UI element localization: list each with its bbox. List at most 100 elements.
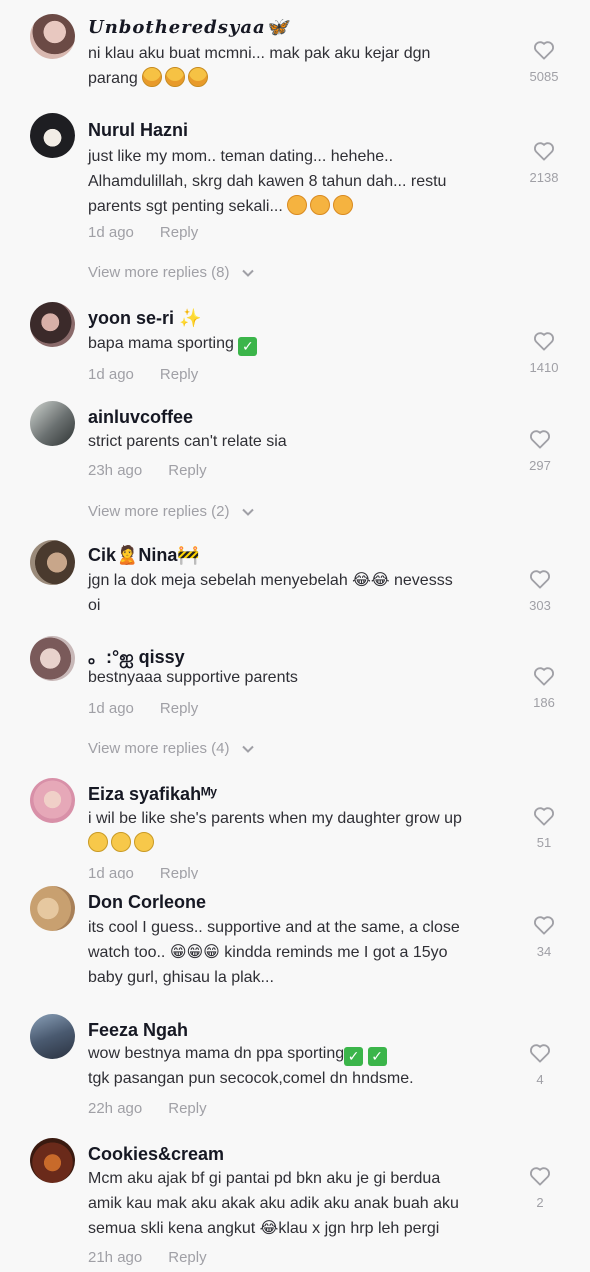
crying-emoji-icon — [142, 67, 163, 87]
heart-outline-icon — [530, 570, 550, 589]
chevron-down-icon — [241, 745, 254, 753]
comment-text: wow bestnya mama dn ppa sporting ✓ ✓ tgk … — [88, 1045, 414, 1087]
avatar[interactable] — [30, 1014, 75, 1059]
username[interactable]: Eiza syafikahᴹʸ — [88, 784, 217, 805]
comment-text: its cool I guess.. supportive and at the… — [88, 919, 460, 986]
comment-text: i wil be like she's parents when my daug… — [88, 806, 518, 856]
like-button[interactable]: 303 — [515, 569, 565, 613]
timestamp: 1d ago — [88, 366, 134, 383]
heart-outline-icon — [530, 430, 550, 449]
comment-meta: 1d ago Reply — [88, 366, 198, 383]
heart-outline-icon — [534, 667, 554, 686]
username[interactable]: ainluvcoffee — [88, 407, 193, 428]
heart-outline-icon — [530, 1044, 550, 1063]
like-button[interactable]: 34 — [519, 915, 569, 959]
view-more-replies-button[interactable]: View more replies (8) — [88, 264, 254, 281]
reply-button[interactable]: Reply — [168, 1249, 206, 1266]
timestamp: 22h ago — [88, 1100, 143, 1117]
reply-button[interactable]: Reply — [160, 366, 198, 383]
reply-button[interactable]: Reply — [160, 224, 198, 241]
comment-meta: 21h ago Reply — [88, 1249, 207, 1266]
comment-meta: 1d ago Reply — [88, 224, 198, 241]
laughing-emoji-icon — [88, 832, 108, 852]
username[interactable]: Don Corleone — [88, 892, 206, 913]
comment-text: strict parents can't relate sia — [88, 433, 287, 450]
heart-eyes-emoji-icon — [310, 195, 331, 215]
avatar[interactable] — [30, 778, 75, 823]
avatar[interactable] — [30, 886, 75, 931]
timestamp: 1d ago — [88, 224, 134, 241]
heart-outline-icon — [534, 41, 554, 60]
comment-item: Unbotheredsyaa🦋 ni klau aku buat mcmni..… — [0, 0, 590, 105]
comment-item: Nurul Hazni just like my mom.. teman dat… — [0, 105, 590, 295]
like-count: 186 — [533, 695, 555, 710]
comment-item: Eiza syafikahᴹʸ i wil be like she's pare… — [0, 770, 590, 880]
like-count: 2 — [536, 1195, 544, 1210]
checkmark-emoji-icon: ✓ — [344, 1047, 364, 1066]
like-count: 303 — [529, 598, 551, 613]
username[interactable]: Nurul Hazni — [88, 120, 188, 141]
heart-outline-icon — [534, 916, 554, 935]
heart-outline-icon — [534, 142, 554, 161]
chevron-down-icon — [241, 269, 254, 277]
crying-emoji-icon — [188, 67, 209, 87]
like-count: 5085 — [529, 69, 559, 84]
timestamp: 1d ago — [88, 865, 134, 879]
heart-outline-icon — [530, 1167, 550, 1186]
like-button[interactable]: 1410 — [519, 331, 569, 375]
like-count: 1410 — [529, 360, 559, 375]
like-button[interactable]: 2138 — [519, 141, 569, 185]
comment-text: bestnyaaa supportive parents — [88, 669, 298, 686]
reply-button[interactable]: Reply — [160, 700, 198, 717]
timestamp: 23h ago — [88, 462, 143, 479]
like-count: 297 — [529, 458, 551, 473]
comment-meta: 1d ago Reply — [88, 865, 198, 879]
heart-eyes-emoji-icon — [333, 195, 354, 215]
crying-emoji-icon — [165, 67, 186, 87]
reply-button[interactable]: Reply — [160, 865, 198, 879]
comment-text: ni klau aku buat mcmni... mak pak aku ke… — [88, 45, 431, 87]
comment-text: bapa mama sporting ✓ — [88, 331, 518, 356]
comment-text: jgn la dok meja sebelah menyebelah 😂😂 ne… — [88, 572, 453, 614]
comment-item: Feeza Ngah wow bestnya mama dn ppa sport… — [0, 1010, 590, 1135]
username[interactable]: yoon se-ri ✨ — [88, 308, 201, 329]
comment-text: just like my mom.. teman dating... heheh… — [88, 148, 447, 215]
comment-text: Mcm aku ajak bf gi pantai pd bkn aku je … — [88, 1170, 459, 1237]
avatar[interactable] — [30, 302, 75, 347]
timestamp: 1d ago — [88, 700, 134, 717]
like-button[interactable]: 5085 — [519, 40, 569, 84]
like-button[interactable]: 51 — [519, 806, 569, 850]
view-more-replies-button[interactable]: View more replies (2) — [88, 503, 254, 520]
avatar[interactable] — [30, 636, 75, 681]
avatar[interactable] — [30, 113, 75, 158]
checkmark-emoji-icon: ✓ — [367, 1047, 387, 1066]
like-button[interactable]: 297 — [515, 429, 565, 473]
comment-item: 。:°ஐ qissy bestnyaaa supportive parents … — [0, 630, 590, 770]
like-button[interactable]: 186 — [519, 666, 569, 710]
username[interactable]: Cookies&cream — [88, 1144, 224, 1165]
heart-eyes-emoji-icon — [287, 195, 308, 215]
chevron-down-icon — [241, 508, 254, 516]
comment-item: Cookies&cream Mcm aku ajak bf gi pantai … — [0, 1135, 590, 1272]
username[interactable]: Cik🙎Nina🚧 — [88, 545, 200, 566]
avatar[interactable] — [30, 14, 75, 59]
reply-button[interactable]: Reply — [168, 1100, 206, 1117]
comment-item: yoon se-ri ✨ bapa mama sporting ✓ 1d ago… — [0, 295, 590, 395]
comment-meta: 23h ago Reply — [88, 462, 207, 479]
comment-item: Don Corleone its cool I guess.. supporti… — [0, 880, 590, 1010]
like-button[interactable]: 4 — [515, 1043, 565, 1087]
laughing-emoji-icon — [111, 832, 131, 852]
avatar[interactable] — [30, 1138, 75, 1183]
laughing-emoji-icon — [134, 832, 154, 852]
like-button[interactable]: 2 — [515, 1166, 565, 1210]
username[interactable]: Feeza Ngah — [88, 1020, 188, 1041]
comment-item: ainluvcoffee strict parents can't relate… — [0, 395, 590, 530]
view-more-replies-button[interactable]: View more replies (4) — [88, 740, 254, 757]
username[interactable]: Unbotheredsyaa🦋 — [88, 17, 289, 38]
reply-button[interactable]: Reply — [168, 462, 206, 479]
comment-meta: 1d ago Reply — [88, 700, 198, 717]
timestamp: 21h ago — [88, 1249, 143, 1266]
like-count: 2138 — [529, 170, 559, 185]
avatar[interactable] — [30, 540, 75, 585]
avatar[interactable] — [30, 401, 75, 446]
